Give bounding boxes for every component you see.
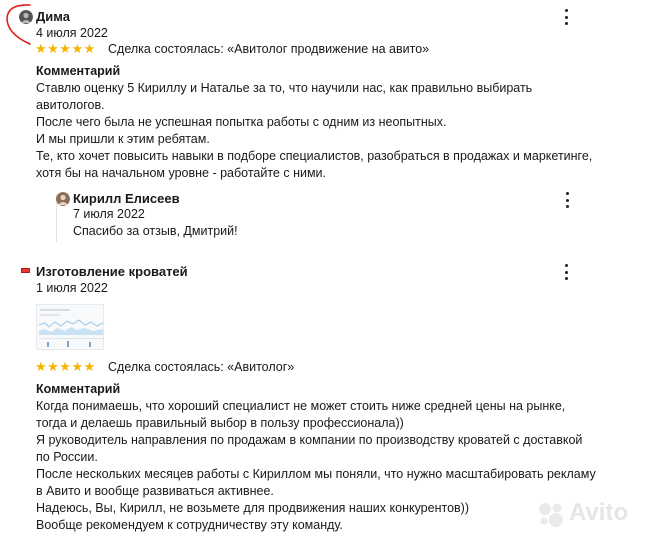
review-author[interactable]: Дима [36, 9, 70, 24]
comment-heading: Комментарий [36, 64, 121, 78]
comment-line: Я руководитель направления по продажам в… [36, 433, 583, 447]
comment-line: по России. [36, 450, 98, 464]
comment-line: авитологов. [36, 98, 105, 112]
comment-line: После чего была не успешная попытка рабо… [36, 115, 447, 129]
red-flag-icon [21, 268, 30, 273]
review-author[interactable]: Изготовление кроватей [36, 264, 188, 279]
comment-line: После нескольких месяцев работы с Кирилл… [36, 467, 596, 481]
reply-text: Спасибо за отзыв, Дмитрий! [73, 224, 238, 238]
more-options-icon[interactable] [561, 9, 571, 25]
rating-stars: ★★★★★ [35, 359, 96, 374]
comment-line: в Авито и вообще развиваться активнее. [36, 484, 274, 498]
comment-body: Когда понимаешь, что хороший специалист … [36, 398, 596, 534]
red-annotation-arc [6, 4, 31, 45]
reply-more-options-icon[interactable] [562, 192, 572, 208]
reply-date: 7 июля 2022 [73, 207, 145, 221]
attached-photo[interactable] [36, 304, 104, 350]
avito-logo-icon [539, 503, 563, 527]
comment-line: Ставлю оценку 5 Кириллу и Наталье за то,… [36, 81, 533, 95]
review-date: 1 июля 2022 [36, 281, 108, 295]
comment-line: тогда и делаешь правильный выбор в польз… [36, 416, 404, 430]
review-date: 4 июля 2022 [36, 26, 108, 40]
comment-heading: Комментарий [36, 382, 121, 396]
avatar[interactable] [19, 10, 33, 24]
deal-status: Сделка состоялась: «Авитолог продвижение… [108, 42, 430, 56]
comment-line: хотя бы на начальном уровне - работайте … [36, 166, 327, 180]
watermark-text: Avito [569, 499, 629, 526]
deal-status: Сделка состоялась: «Авитолог» [108, 360, 295, 374]
rating-stars: ★★★★★ [35, 41, 96, 56]
reply-avatar[interactable] [56, 192, 70, 206]
comment-body: Ставлю оценку 5 Кириллу и Наталье за то,… [36, 80, 592, 182]
avito-watermark: Avito [536, 497, 640, 533]
reply-author[interactable]: Кирилл Елисеев [73, 191, 180, 206]
comment-line: И мы пришли к этим ребятам. [36, 132, 210, 146]
comment-line: Когда понимаешь, что хороший специалист … [36, 399, 566, 413]
comment-line: Надеюсь, Вы, Кирилл, не возьмете для про… [36, 501, 469, 515]
comment-line: Вообще рекомендуем к сотрудничеству эту … [36, 518, 343, 532]
more-options-icon[interactable] [561, 264, 571, 280]
comment-line: Те, кто хочет повысить навыки в подборе … [36, 149, 593, 163]
